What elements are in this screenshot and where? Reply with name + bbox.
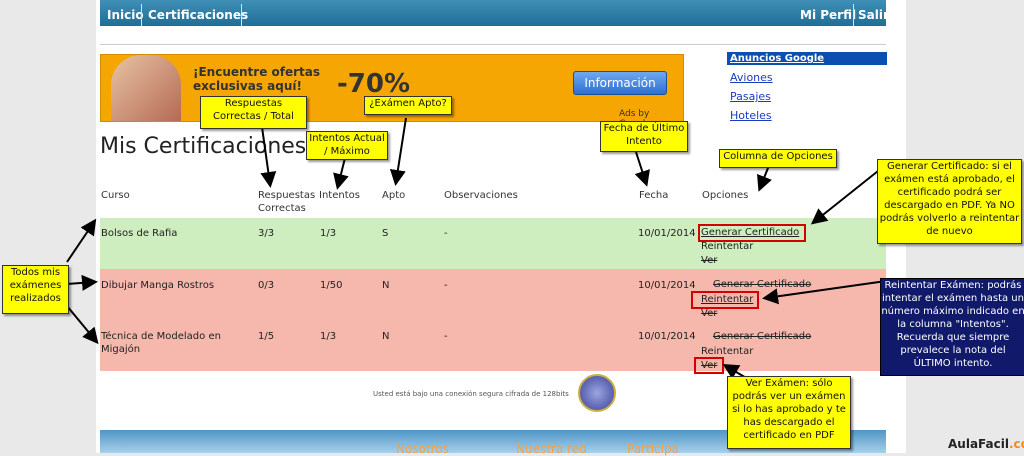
ad-discount: -70% (337, 69, 411, 99)
nav-certificaciones[interactable]: Certificaciones (148, 0, 248, 26)
course-name: Bolsos de Rafia (101, 228, 178, 239)
note-attempts: Intentos Actual / Máximo (306, 131, 388, 160)
ad-photo (111, 55, 181, 121)
date-value: 10/01/2014 (638, 331, 696, 342)
attempts-value: 1/3 (320, 228, 337, 239)
notes-value: - (444, 228, 448, 239)
table-row: Dibujar Manga Rostros 0/3 1/50 N - 10/01… (100, 269, 886, 320)
note-all-exams: Todos mis exámenes realizados (2, 265, 69, 314)
col-header-course: Curso (101, 190, 130, 201)
attempts-value: 1/50 (320, 280, 343, 291)
notes-value: - (444, 280, 448, 291)
ssl-seal-icon (578, 374, 616, 412)
col-header-notes: Observaciones (444, 190, 518, 201)
notes-value: - (444, 331, 448, 342)
ads-header[interactable]: Anuncios Google (727, 52, 887, 65)
correct-answers: 3/3 (258, 228, 275, 239)
nav-logout[interactable]: Salir (858, 0, 889, 26)
passed-value: N (382, 331, 390, 342)
nav-home[interactable]: Inicio (107, 0, 144, 26)
footer-link-nuestra-red[interactable]: Nuestra red (516, 442, 587, 456)
note-passed: ¿Exámen Apto? (364, 96, 452, 115)
date-value: 10/01/2014 (638, 280, 696, 291)
note-options-column: Columna de Opciones (719, 149, 837, 168)
note-generate-certificate: Generar Certificado: si el exámen está a… (877, 159, 1022, 244)
ad-info-button[interactable]: Información (573, 71, 667, 95)
ad-link-hoteles[interactable]: Hoteles (727, 109, 887, 122)
col-header-passed: Apto (382, 190, 406, 201)
highlight-retry (691, 291, 759, 309)
col-header-date: Fecha (639, 190, 669, 201)
note-correct-total: Respuestas Correctas / Total (200, 96, 307, 129)
secure-connection-text: Usted está bajo una conexión segura cifr… (373, 390, 569, 398)
note-last-date: Fecha de Último Intento (600, 121, 688, 152)
divider (100, 44, 886, 45)
attempts-value: 1/3 (320, 331, 337, 342)
nav-profile[interactable]: Mi Perfil (800, 0, 856, 26)
correct-answers: 1/5 (258, 331, 275, 342)
ad-link-aviones[interactable]: Aviones (727, 71, 887, 84)
col-header-correct: Respuestas Correctas (258, 190, 316, 214)
nav-separator (853, 4, 854, 26)
view-option: Ver (701, 255, 718, 266)
ad-headline: ¡Encuentre ofertas exclusivas aquí! (193, 65, 321, 93)
ad-link-pasajes[interactable]: Pasajes (727, 90, 887, 103)
google-ads-links: Anuncios Google Aviones Pasajes Hoteles (727, 52, 887, 122)
table-row: Técnica de Modelado en Migajón 1/5 1/3 N… (100, 320, 886, 371)
course-name: Dibujar Manga Rostros (101, 280, 215, 291)
correct-answers: 0/3 (258, 280, 275, 291)
nav-separator (241, 4, 242, 26)
col-header-options: Opciones (702, 190, 749, 201)
note-retry-exam: Reintentar Exámen: podrás intentar el ex… (880, 278, 1024, 376)
generate-certificate-option: Generar Certificado (713, 331, 812, 342)
passed-value: S (382, 228, 389, 239)
aulafacil-logo: AulaFacil.com (948, 437, 1024, 451)
passed-value: N (382, 280, 390, 291)
col-header-attempts: Intentos (319, 190, 360, 201)
date-value: 10/01/2014 (638, 228, 696, 239)
footer-link-nosotros[interactable]: Nosotros (396, 442, 449, 456)
top-nav-bar: Inicio Certificaciones Mi Perfil Salir (100, 0, 889, 26)
footer-link-participa[interactable]: Participa (627, 442, 679, 456)
course-name: Técnica de Modelado en Migajón (101, 331, 221, 355)
note-view-exam: Ver Exámen: sólo podrás ver un exámen si… (727, 376, 851, 449)
highlight-generate (698, 224, 806, 242)
page-title: Mis Certificaciones (100, 134, 307, 159)
brand-name: AulaFacil (948, 437, 1009, 451)
highlight-view (694, 357, 724, 374)
brand-tld: .com (1008, 437, 1024, 451)
generate-certificate-option: Generar Certificado (713, 279, 812, 290)
nav-separator (141, 4, 142, 26)
